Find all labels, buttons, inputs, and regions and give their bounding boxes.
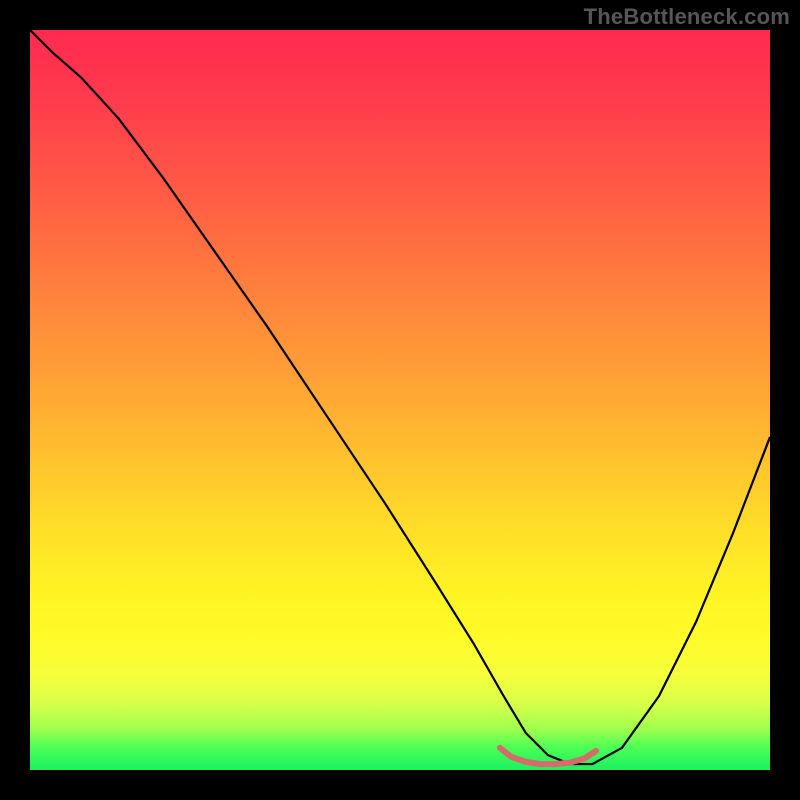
chart-plot-area (30, 30, 770, 770)
chart-line-layer (30, 30, 770, 770)
watermark-text: TheBottleneck.com (584, 4, 790, 30)
series-bottleneck-curve (30, 30, 770, 764)
